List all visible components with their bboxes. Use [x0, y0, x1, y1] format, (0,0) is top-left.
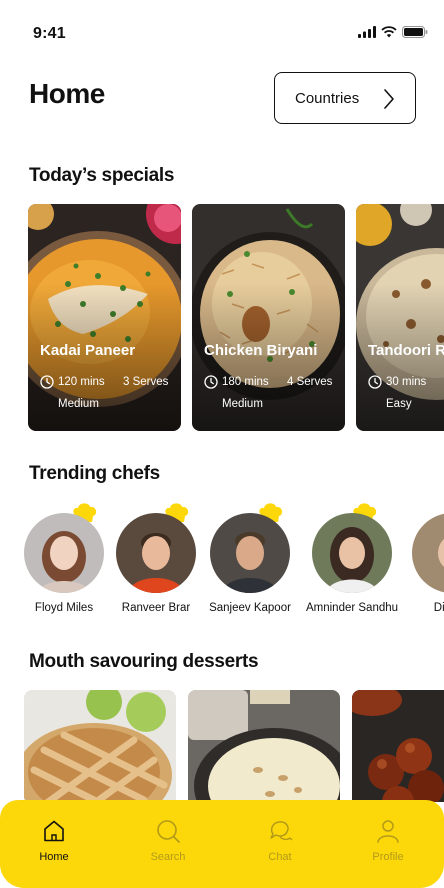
card-shade	[356, 204, 444, 431]
tab-profile[interactable]: Profile	[348, 818, 428, 863]
special-serves: 3 Serves	[123, 376, 169, 388]
chef-photo	[24, 513, 104, 593]
status-bar: 9:41	[0, 0, 444, 60]
chef-name: Dianne	[433, 602, 444, 614]
search-icon	[157, 820, 180, 843]
wifi-icon	[381, 26, 397, 38]
gulab-jamun-photo	[352, 690, 444, 802]
chef-photo	[116, 513, 196, 593]
profile-icon	[377, 820, 399, 843]
dessert-card[interactable]	[352, 690, 444, 802]
chef-photo	[412, 513, 444, 593]
dessert-card[interactable]	[24, 690, 176, 802]
chef-name: Amninder Sandhu	[305, 602, 399, 614]
tab-label: Home	[39, 851, 69, 863]
chef-item[interactable]: Floyd Miles	[14, 502, 114, 614]
chat-icon	[270, 821, 293, 841]
page-title: Home	[29, 78, 105, 109]
special-time: 120 mins	[40, 375, 105, 389]
special-time-label: 120 mins	[58, 376, 105, 388]
special-card-tandoori-roti[interactable]: Tandoori Roti 30 mins Easy	[356, 204, 444, 431]
desserts-section-title: Mouth savouring desserts	[29, 651, 259, 672]
chef-item[interactable]: Amninder Sandhu	[302, 502, 402, 614]
special-name: Tandoori Roti	[368, 342, 444, 359]
chef-name: Ranveer Brar	[121, 602, 191, 614]
special-name: Chicken Biryani	[204, 342, 318, 359]
specials-section-title: Today’s specials	[29, 165, 175, 186]
bottom-tab-bar: Home Search Chat Profile	[0, 800, 444, 888]
chef-name: Sanjeev Kapoor	[209, 602, 291, 614]
avatar	[312, 513, 392, 593]
card-shade	[192, 204, 345, 431]
tab-label: Profile	[372, 851, 404, 863]
tab-label: Chat	[268, 851, 292, 863]
tab-chat[interactable]: Chat	[240, 818, 320, 863]
special-time: 30 mins	[368, 375, 426, 389]
special-card-kadai-paneer[interactable]: Kadai Paneer 120 mins 3 Serves Medium	[28, 204, 181, 431]
special-level: Medium	[222, 398, 263, 410]
chef-item[interactable]: Sanjeev Kapoor	[200, 502, 300, 614]
special-time-label: 30 mins	[386, 376, 427, 388]
special-level: Easy	[386, 398, 412, 410]
avatar	[24, 513, 104, 593]
apple-pie-photo	[24, 690, 176, 802]
special-time-label: 180 mins	[222, 376, 269, 388]
dessert-card[interactable]	[188, 690, 340, 802]
tab-home[interactable]: Home	[14, 818, 94, 863]
avatar	[412, 513, 444, 593]
tab-search[interactable]: Search	[128, 818, 208, 863]
chef-photo	[210, 513, 290, 593]
countries-button[interactable]: Countries	[274, 72, 416, 124]
chefs-section-title: Trending chefs	[29, 463, 160, 484]
special-level: Medium	[58, 398, 99, 410]
cellular-signal-icon	[358, 26, 376, 38]
countries-button-label: Countries	[295, 89, 360, 107]
chef-name: Floyd Miles	[34, 602, 94, 614]
chef-item[interactable]: Dianne	[402, 502, 444, 614]
desserts-carousel[interactable]	[24, 690, 444, 802]
chefs-carousel[interactable]: Floyd Miles Ranveer Brar Sanjeev Kapoor …	[0, 502, 444, 622]
special-card-chicken-biryani[interactable]: Chicken Biryani 180 mins 4 Serves Medium	[192, 204, 345, 431]
special-time: 180 mins	[204, 375, 269, 389]
clock-icon	[368, 375, 382, 389]
battery-icon	[402, 26, 428, 38]
avatar	[116, 513, 196, 593]
kheer-photo	[188, 690, 340, 802]
chevron-right-icon	[384, 89, 394, 109]
home-icon	[44, 820, 64, 842]
clock-icon	[40, 375, 54, 389]
card-shade	[28, 204, 181, 431]
tab-label: Search	[150, 851, 186, 863]
status-time: 9:41	[33, 25, 66, 42]
chef-item[interactable]: Ranveer Brar	[106, 502, 206, 614]
avatar	[210, 513, 290, 593]
special-name: Kadai Paneer	[40, 342, 136, 359]
clock-icon	[204, 375, 218, 389]
status-icons	[358, 26, 428, 38]
specials-carousel[interactable]: Kadai Paneer 120 mins 3 Serves Medium Ch…	[28, 204, 444, 432]
special-serves: 4 Serves	[287, 376, 333, 388]
chef-photo	[312, 513, 392, 593]
